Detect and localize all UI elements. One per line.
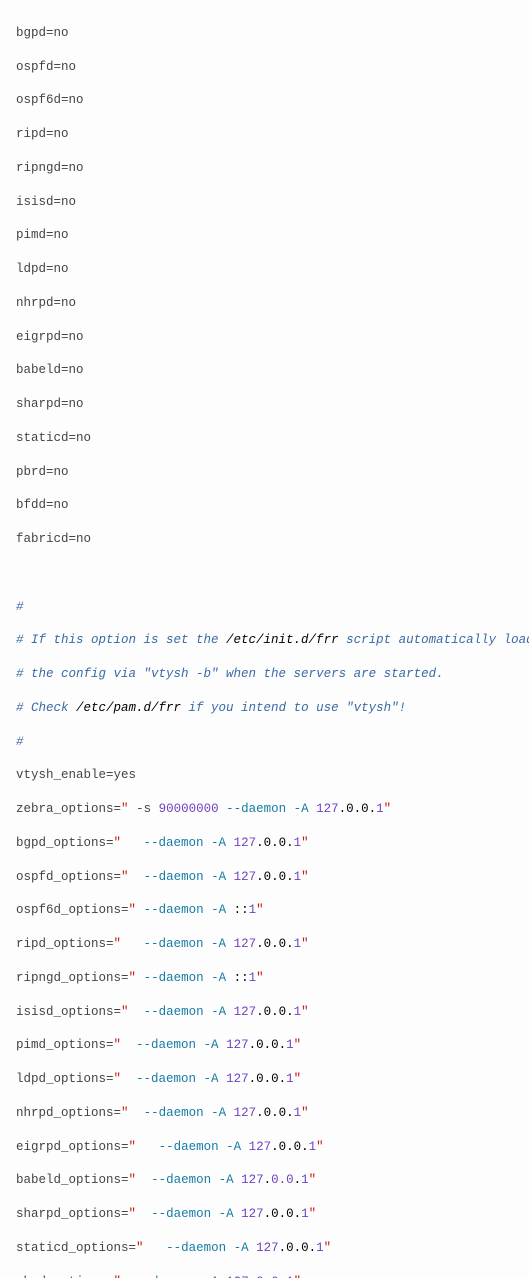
daemon-line: staticd=no — [16, 430, 513, 447]
daemon-line: fabricd=no — [16, 531, 513, 548]
daemon-line: eigrpd=no — [16, 329, 513, 346]
daemon-line: bgpd=no — [16, 25, 513, 42]
option-line-ripd: ripd_options=" --daemon -A 127.0.0.1" — [16, 936, 513, 953]
option-line-bgpd: bgpd_options=" --daemon -A 127.0.0.1" — [16, 835, 513, 852]
daemon-line: ripngd=no — [16, 160, 513, 177]
comment-line: # If this option is set the /etc/init.d/… — [16, 632, 513, 649]
blank-line — [16, 565, 513, 582]
comment-line: # — [16, 599, 513, 616]
option-line-ospf6d: ospf6d_options=" --daemon -A ::1" — [16, 902, 513, 919]
option-line-babeld: babeld_options=" --daemon -A 127.0.0.1" — [16, 1172, 513, 1189]
daemon-line: babeld=no — [16, 362, 513, 379]
daemon-line: pbrd=no — [16, 464, 513, 481]
comment-line: # Check /etc/pam.d/frr if you intend to … — [16, 700, 513, 717]
option-line-eigrpd: eigrpd_options=" --daemon -A 127.0.0.1" — [16, 1139, 513, 1156]
daemon-line: bfdd=no — [16, 497, 513, 514]
option-line-pimd: pimd_options=" --daemon -A 127.0.0.1" — [16, 1037, 513, 1054]
daemon-line: nhrpd=no — [16, 295, 513, 312]
daemon-line: pimd=no — [16, 227, 513, 244]
option-line-staticd: staticd_options=" --daemon -A 127.0.0.1" — [16, 1240, 513, 1257]
daemon-line: ospf6d=no — [16, 92, 513, 109]
option-line-ospfd: ospfd_options=" --daemon -A 127.0.0.1" — [16, 869, 513, 886]
option-line-sharpd: sharpd_options=" --daemon -A 127.0.0.1" — [16, 1206, 513, 1223]
comment-line: # the config via "vtysh -b" when the ser… — [16, 666, 513, 683]
option-line-isisd: isisd_options=" --daemon -A 127.0.0.1" — [16, 1004, 513, 1021]
daemon-line: ospfd=no — [16, 59, 513, 76]
option-line-zebra: zebra_options=" -s 90000000 --daemon -A … — [16, 801, 513, 818]
daemon-line: sharpd=no — [16, 396, 513, 413]
option-line-ripngd: ripngd_options=" --daemon -A ::1" — [16, 970, 513, 987]
option-line-pbrd: pbrd_options=" --daemon -A 127.0.0.1" — [16, 1274, 513, 1278]
vtysh-enable-line: vtysh_enable=yes — [16, 767, 513, 784]
config-code-block: bgpd=no ospfd=no ospf6d=no ripd=no ripng… — [0, 0, 529, 1278]
daemon-line: isisd=no — [16, 194, 513, 211]
daemon-line: ripd=no — [16, 126, 513, 143]
option-line-ldpd: ldpd_options=" --daemon -A 127.0.0.1" — [16, 1071, 513, 1088]
daemon-line: ldpd=no — [16, 261, 513, 278]
comment-line: # — [16, 734, 513, 751]
option-line-nhrpd: nhrpd_options=" --daemon -A 127.0.0.1" — [16, 1105, 513, 1122]
